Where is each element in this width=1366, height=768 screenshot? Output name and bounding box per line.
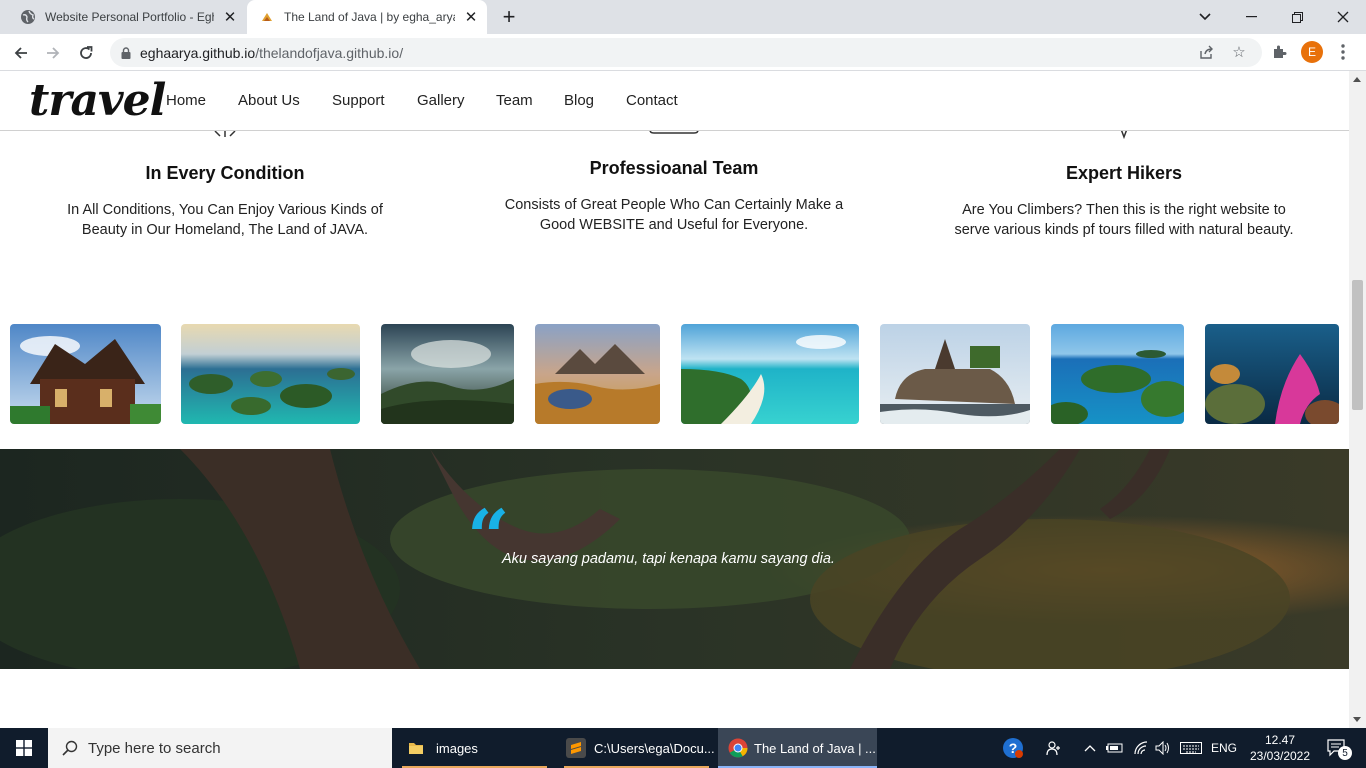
help-icon[interactable]: ?: [1000, 728, 1026, 768]
scroll-down-icon[interactable]: [1353, 717, 1361, 722]
start-button[interactable]: [0, 728, 48, 768]
restore-button[interactable]: [1274, 0, 1320, 34]
taskbar-app-sublime[interactable]: C:\Users\ega\Docu...: [560, 728, 715, 768]
clock-time: 12.47: [1264, 733, 1296, 747]
back-button[interactable]: [8, 40, 34, 66]
scroll-up-icon[interactable]: [1353, 77, 1361, 82]
chrome-icon: [728, 738, 748, 758]
battery-icon[interactable]: [1104, 728, 1126, 768]
scrollbar-thumb[interactable]: [1352, 280, 1363, 410]
feature-text: Consists of Great People Who Can Certain…: [504, 197, 844, 233]
gallery-image[interactable]: [1051, 324, 1184, 424]
bookmark-star-icon[interactable]: ☆: [1228, 41, 1250, 63]
quote-text: Aku sayang padamu, tapi kenapa kamu saya…: [502, 551, 835, 567]
minimize-button[interactable]: [1228, 0, 1274, 34]
lock-icon: [121, 46, 131, 59]
tab-portfolio[interactable]: Website Personal Portfolio - Egha ✕: [8, 0, 246, 34]
chevron-up-icon[interactable]: [1080, 728, 1100, 768]
app-label: images: [436, 740, 478, 756]
notifications-button[interactable]: 5: [1322, 728, 1352, 768]
page-viewport: travel Home About Us Support Gallery Tea…: [0, 71, 1349, 728]
nav-home[interactable]: Home: [166, 92, 206, 109]
url-host: eghaarya.github.io: [140, 44, 256, 61]
wifi-icon[interactable]: [1130, 728, 1152, 768]
tab-title: Website Personal Portfolio - Egha: [45, 10, 214, 24]
close-tab-icon[interactable]: ✕: [220, 7, 240, 27]
gallery-image[interactable]: [381, 324, 514, 424]
share-icon[interactable]: [1196, 41, 1218, 63]
close-tab-icon[interactable]: ✕: [461, 7, 481, 27]
gallery-image[interactable]: [10, 324, 161, 424]
volume-icon[interactable]: [1152, 728, 1174, 768]
system-clock[interactable]: 12.47 23/03/2022: [1244, 732, 1316, 764]
language-indicator[interactable]: ENG: [1208, 728, 1240, 768]
forward-button[interactable]: [40, 40, 66, 66]
gallery-image[interactable]: [535, 324, 660, 424]
keyboard-icon[interactable]: [1178, 728, 1204, 768]
gallery-image[interactable]: [1205, 324, 1339, 424]
feature-title: Professioanal Team: [589, 158, 759, 178]
gallery-image[interactable]: [181, 324, 360, 424]
browser-toolbar: eghaarya.github.io/thelandofjava.github.…: [0, 34, 1366, 71]
sublime-text-icon: [566, 738, 586, 758]
site-logo[interactable]: travel: [29, 75, 166, 126]
site-favicon-icon: [259, 9, 275, 25]
url-path: /thelandofjava.github.io/: [255, 44, 404, 61]
notification-count-badge: 5: [1338, 746, 1352, 760]
address-bar[interactable]: eghaarya.github.io/thelandofjava.github.…: [110, 38, 1262, 67]
clock-date: 23/03/2022: [1249, 749, 1311, 763]
feature-text: In All Conditions, You Can Enjoy Various…: [67, 202, 383, 238]
gallery-image[interactable]: [880, 324, 1030, 424]
taskbar-search-box[interactable]: Type here to search: [48, 728, 392, 768]
app-label: The Land of Java | ...: [754, 740, 876, 756]
windows-taskbar: Type here to search images C:\Users\ega\…: [0, 728, 1366, 768]
gallery-image[interactable]: [681, 324, 859, 424]
taskbar-app-chrome[interactable]: The Land of Java | ...: [718, 728, 877, 768]
nav-support[interactable]: Support: [332, 92, 385, 109]
feature-team: Professioanal Team Consists of Great Peo…: [494, 158, 854, 235]
feature-title: In Every Condition: [145, 163, 305, 183]
taskbar-app-explorer[interactable]: images: [398, 728, 551, 768]
globe-icon: [20, 9, 36, 25]
tab-title: The Land of Java | by egha_arya a: [284, 10, 455, 24]
feature-title: Expert Hikers: [1065, 163, 1183, 183]
nav-about-us[interactable]: About Us: [238, 92, 300, 109]
nav-contact[interactable]: Contact: [626, 92, 678, 109]
nav-gallery[interactable]: Gallery: [417, 92, 465, 109]
nav-team[interactable]: Team: [496, 92, 533, 109]
tab-land-of-java[interactable]: The Land of Java | by egha_arya a ✕: [247, 0, 487, 34]
profile-avatar[interactable]: E: [1301, 41, 1323, 63]
windows-logo-icon: [16, 740, 32, 756]
search-icon: [62, 740, 78, 756]
quote-section: “ Aku sayang padamu, tapi kenapa kamu sa…: [0, 449, 1349, 669]
feature-hikers: Expert Hikers Are You Climbers? Then thi…: [944, 163, 1304, 240]
folder-icon: [408, 740, 424, 756]
people-icon[interactable]: [1042, 728, 1066, 768]
search-placeholder: Type here to search: [88, 739, 221, 757]
new-tab-button[interactable]: +: [498, 4, 520, 29]
page-scrollbar[interactable]: [1349, 71, 1366, 728]
feature-condition: In Every Condition In All Conditions, Yo…: [50, 163, 400, 240]
extensions-icon[interactable]: [1268, 41, 1290, 63]
reload-button[interactable]: [73, 40, 99, 66]
feature-text: Are You Climbers? Then this is the right…: [954, 202, 1294, 238]
gallery-strip: [0, 303, 1349, 449]
site-navbar: travel Home About Us Support Gallery Tea…: [0, 71, 1349, 131]
app-label: C:\Users\ega\Docu...: [594, 740, 715, 756]
close-window-button[interactable]: [1320, 0, 1366, 34]
browser-tab-strip: Website Personal Portfolio - Egha ✕ The …: [0, 0, 1366, 34]
nav-blog[interactable]: Blog: [564, 92, 594, 109]
menu-kebab-icon[interactable]: [1332, 41, 1354, 63]
tab-search-chevron-icon[interactable]: [1182, 0, 1228, 34]
